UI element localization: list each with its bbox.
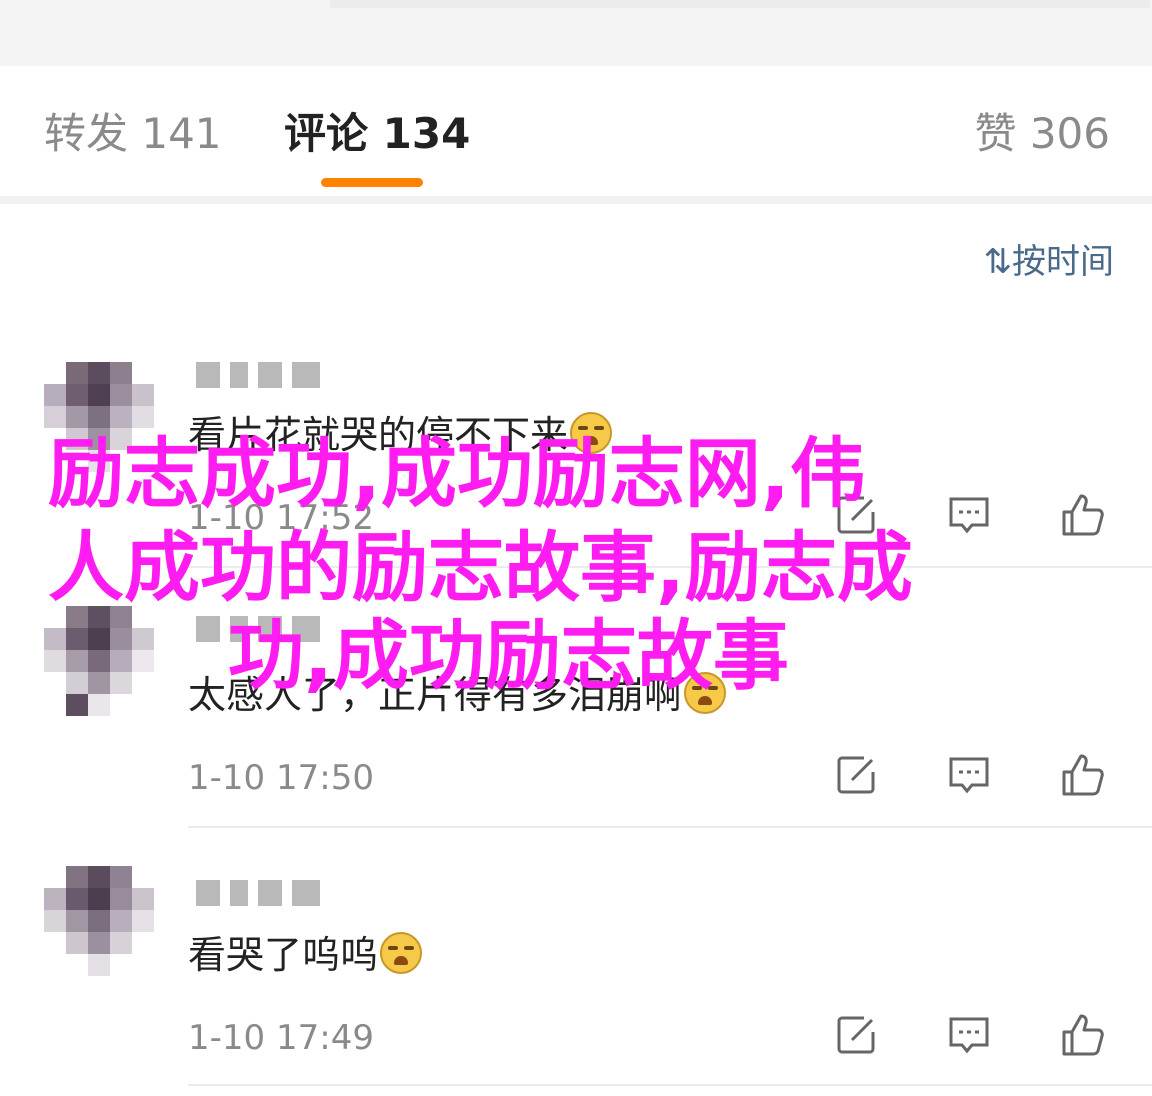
- sort-by-time-button[interactable]: ⇅按时间: [984, 242, 1115, 282]
- sort-icon: ⇅: [983, 242, 1013, 282]
- repost-icon: [837, 1016, 875, 1054]
- like-button[interactable]: [1060, 492, 1106, 538]
- repost-button[interactable]: [834, 1012, 880, 1058]
- top-bar-shadow: [330, 0, 1150, 8]
- comment-icon: [949, 1017, 989, 1054]
- username-redacted: [196, 880, 320, 906]
- username-redacted: [196, 362, 320, 388]
- crying-emoji-icon: [380, 932, 423, 974]
- overlay-line-1: 励志成功,成功励志网,伟: [48, 429, 866, 518]
- tab-bar: 转发 141 评论 134 赞 306: [0, 66, 1152, 194]
- comment-divider: [188, 1084, 1152, 1086]
- comment-icon: [949, 757, 989, 794]
- thumbs-up-icon: [1062, 494, 1104, 536]
- overlay-line-3: 功,成功励志故事: [228, 611, 789, 700]
- tabs-divider: [0, 196, 1152, 204]
- repost-icon: [837, 756, 875, 794]
- avatar[interactable]: [44, 606, 154, 716]
- sort-label: 按时间: [1012, 242, 1114, 282]
- active-tab-indicator: [321, 178, 423, 187]
- repost-button[interactable]: [834, 752, 880, 798]
- thumbs-up-icon: [1062, 754, 1104, 796]
- tab-comments[interactable]: 评论 134: [284, 110, 470, 158]
- reply-button[interactable]: [946, 1012, 992, 1058]
- thumbs-up-icon: [1062, 1014, 1104, 1056]
- tab-reposts[interactable]: 转发 141: [44, 110, 222, 158]
- like-button[interactable]: [1060, 752, 1106, 798]
- comment-divider: [188, 826, 1152, 828]
- top-bar: [0, 0, 1152, 67]
- like-button[interactable]: [1060, 1012, 1106, 1058]
- comment-time: 1-10 17:49: [188, 1018, 374, 1058]
- comment-icon: [949, 497, 989, 534]
- overlay-line-2: 人成功的励志故事,励志成: [48, 523, 913, 612]
- comment-time: 1-10 17:50: [188, 758, 374, 798]
- comment-text: 看哭了呜呜: [188, 932, 423, 978]
- reply-button[interactable]: [946, 752, 992, 798]
- avatar[interactable]: [44, 866, 154, 976]
- tab-likes[interactable]: 赞 306: [974, 110, 1110, 158]
- reply-button[interactable]: [946, 492, 992, 538]
